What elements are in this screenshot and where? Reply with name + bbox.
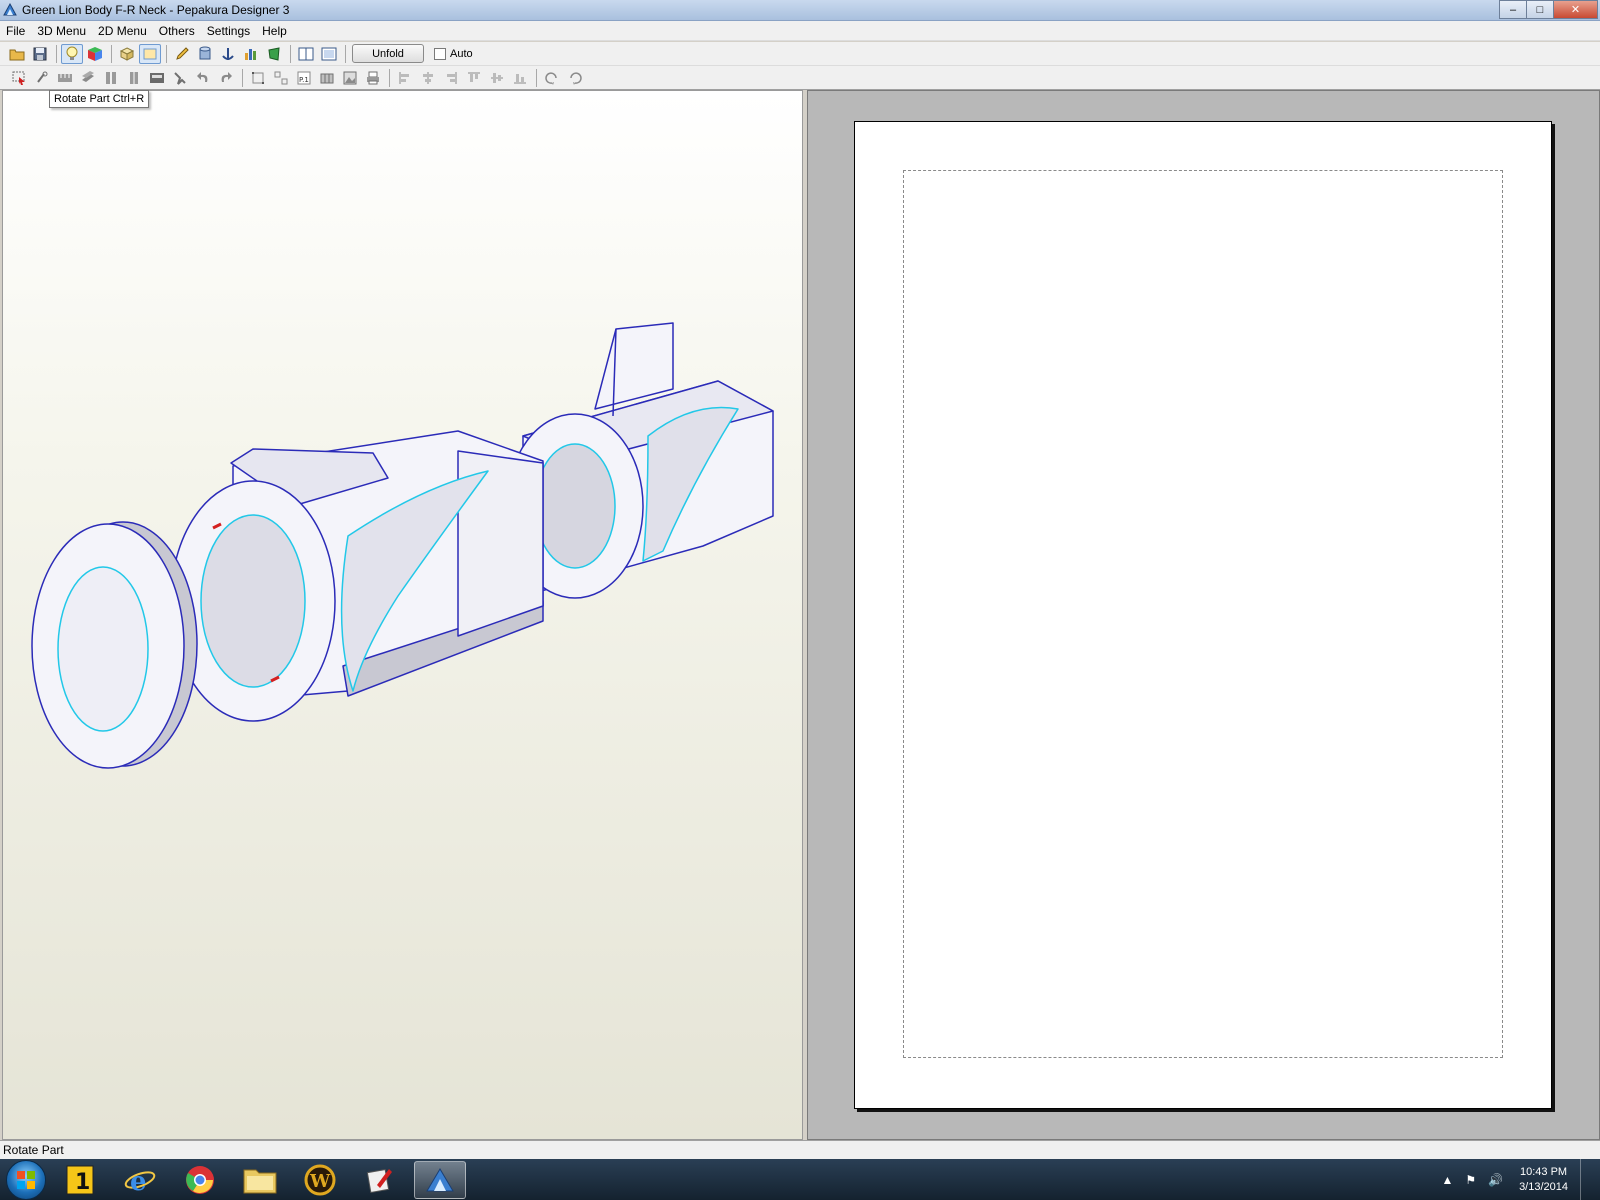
2d-view-pane[interactable] — [807, 90, 1600, 1140]
lightbulb-icon[interactable] — [61, 43, 83, 64]
maximize-button[interactable]: □ — [1526, 0, 1554, 19]
menu-file[interactable]: File — [0, 24, 31, 38]
auto-label: Auto — [450, 47, 473, 60]
align-center-icon[interactable] — [417, 68, 439, 88]
align-left-icon[interactable] — [394, 68, 416, 88]
3d-model[interactable] — [3, 91, 803, 1140]
tooltip: Rotate Part Ctrl+R — [49, 90, 150, 108]
taskbar-internet-explorer-icon[interactable]: e — [114, 1161, 166, 1199]
show-desktop-button[interactable] — [1580, 1159, 1590, 1200]
taskbar-pepakura-icon[interactable] — [414, 1160, 466, 1199]
taskbar-file-explorer-icon[interactable] — [234, 1161, 286, 1199]
dual-pane-icon[interactable] — [318, 44, 340, 64]
3d-view-pane[interactable] — [2, 90, 803, 1140]
svg-text:1: 1 — [75, 1170, 90, 1195]
save-icon[interactable] — [29, 44, 51, 64]
redo-icon[interactable] — [215, 68, 237, 88]
pepakura-app-icon[interactable] — [2, 2, 18, 18]
print-margin — [903, 170, 1503, 1058]
svg-text:P.1: P.1 — [299, 76, 309, 84]
taskbar-onenote-icon[interactable]: 1 — [54, 1161, 106, 1199]
rotate-ccw-90-icon[interactable] — [541, 68, 563, 88]
clock-time: 10:43 PM — [1519, 1165, 1568, 1178]
hand-icon[interactable] — [169, 68, 191, 88]
rotate-part-icon[interactable] — [31, 68, 53, 88]
image-icon[interactable] — [339, 68, 361, 88]
toolbar-separator — [242, 68, 243, 87]
windows-logo-icon — [17, 1170, 35, 1189]
undo-icon[interactable] — [192, 68, 214, 88]
anchor-icon[interactable] — [217, 44, 239, 64]
texture-view-icon[interactable] — [139, 43, 161, 64]
window-controls: – □ ✕ — [1499, 0, 1598, 19]
close-button[interactable]: ✕ — [1553, 0, 1598, 19]
edit-toolbar: P.1 — [0, 66, 1600, 90]
toolbar-separator — [166, 44, 167, 63]
color-cube-icon[interactable] — [84, 44, 106, 64]
ruler-icon[interactable] — [54, 68, 76, 88]
paper-sheet[interactable] — [854, 121, 1552, 1109]
status-bar: Rotate Part — [0, 1140, 1600, 1159]
auto-checkbox[interactable] — [434, 47, 446, 60]
bar-chart-icon[interactable] — [240, 44, 262, 64]
rotate-cw-90-icon[interactable] — [564, 68, 586, 88]
toolbar-separator — [56, 44, 57, 63]
system-tray: ▲ ⚑ 🔊 10:43 PM 3/13/2014 — [1435, 1159, 1590, 1200]
stack-icon[interactable] — [77, 68, 99, 88]
title-bar: Green Lion Body F-R Neck - Pepakura Desi… — [0, 0, 1600, 21]
model-fin — [594, 322, 674, 410]
page-number-icon[interactable]: P.1 — [293, 68, 315, 88]
green-shape-icon[interactable] — [263, 44, 285, 64]
cylinder-icon[interactable] — [194, 44, 216, 64]
minimize-button[interactable]: – — [1499, 0, 1527, 19]
svg-text:W: W — [309, 1171, 331, 1192]
taskbar-paint-tool-icon[interactable] — [354, 1161, 406, 1199]
window-title: Green Lion Body F-R Neck - Pepakura Desi… — [22, 3, 290, 17]
taskbar-chrome-icon[interactable] — [174, 1161, 226, 1199]
open-folder-icon[interactable] — [6, 44, 28, 64]
grid-icon[interactable] — [316, 68, 338, 88]
clock-date: 3/13/2014 — [1519, 1180, 1568, 1193]
volume-icon[interactable]: 🔊 — [1488, 1173, 1503, 1187]
menu-bar: File 3D Menu 2D Menu Others Settings Hel… — [0, 21, 1600, 41]
taskbar: 1 e W ▲ ⚑ 🔊 10:43 PM 3/13/2014 — [0, 1159, 1600, 1200]
align-middle-icon[interactable] — [486, 68, 508, 88]
menu-others[interactable]: Others — [153, 24, 201, 38]
main-toolbar: Unfold Auto — [0, 42, 1600, 66]
taskbar-world-of-warcraft-icon[interactable]: W — [294, 1161, 346, 1199]
toolbar-separator — [290, 44, 291, 63]
bounding-box-icon[interactable] — [247, 68, 269, 88]
tray-expand-icon[interactable]: ▲ — [1441, 1173, 1453, 1187]
box-view-icon[interactable] — [116, 44, 138, 64]
pencil-icon[interactable] — [171, 44, 193, 64]
join-icon[interactable] — [123, 68, 145, 88]
toolbar-separator — [345, 44, 346, 63]
status-text: Rotate Part — [3, 1143, 64, 1157]
select-icon[interactable] — [8, 68, 30, 88]
clock[interactable]: 10:43 PM 3/13/2014 — [1519, 1165, 1568, 1195]
flap-icon[interactable] — [100, 68, 122, 88]
model-right-ring-hole — [534, 443, 616, 569]
single-pane-icon[interactable] — [295, 44, 317, 64]
menu-3d[interactable]: 3D Menu — [31, 24, 92, 38]
model-left-ring-hole — [57, 566, 149, 732]
align-right-icon[interactable] — [440, 68, 462, 88]
toolbar-separator — [389, 68, 390, 87]
menu-settings[interactable]: Settings — [201, 24, 256, 38]
align-top-icon[interactable] — [463, 68, 485, 88]
unfold-button[interactable]: Unfold — [352, 44, 424, 63]
align-bottom-icon[interactable] — [509, 68, 531, 88]
toolbar-separator — [536, 68, 537, 87]
menu-2d[interactable]: 2D Menu — [92, 24, 153, 38]
action-center-flag-icon[interactable]: ⚑ — [1465, 1173, 1476, 1187]
arrange-icon[interactable] — [270, 68, 292, 88]
model-middle-ring-hole — [200, 514, 306, 688]
svg-text:e: e — [130, 1167, 147, 1196]
menu-help[interactable]: Help — [256, 24, 293, 38]
toolbar-separator — [111, 44, 112, 63]
auto-checkbox-group[interactable]: Auto — [434, 47, 473, 60]
panel-icon[interactable] — [146, 68, 168, 88]
start-button[interactable] — [6, 1159, 46, 1200]
print-icon[interactable] — [362, 68, 384, 88]
